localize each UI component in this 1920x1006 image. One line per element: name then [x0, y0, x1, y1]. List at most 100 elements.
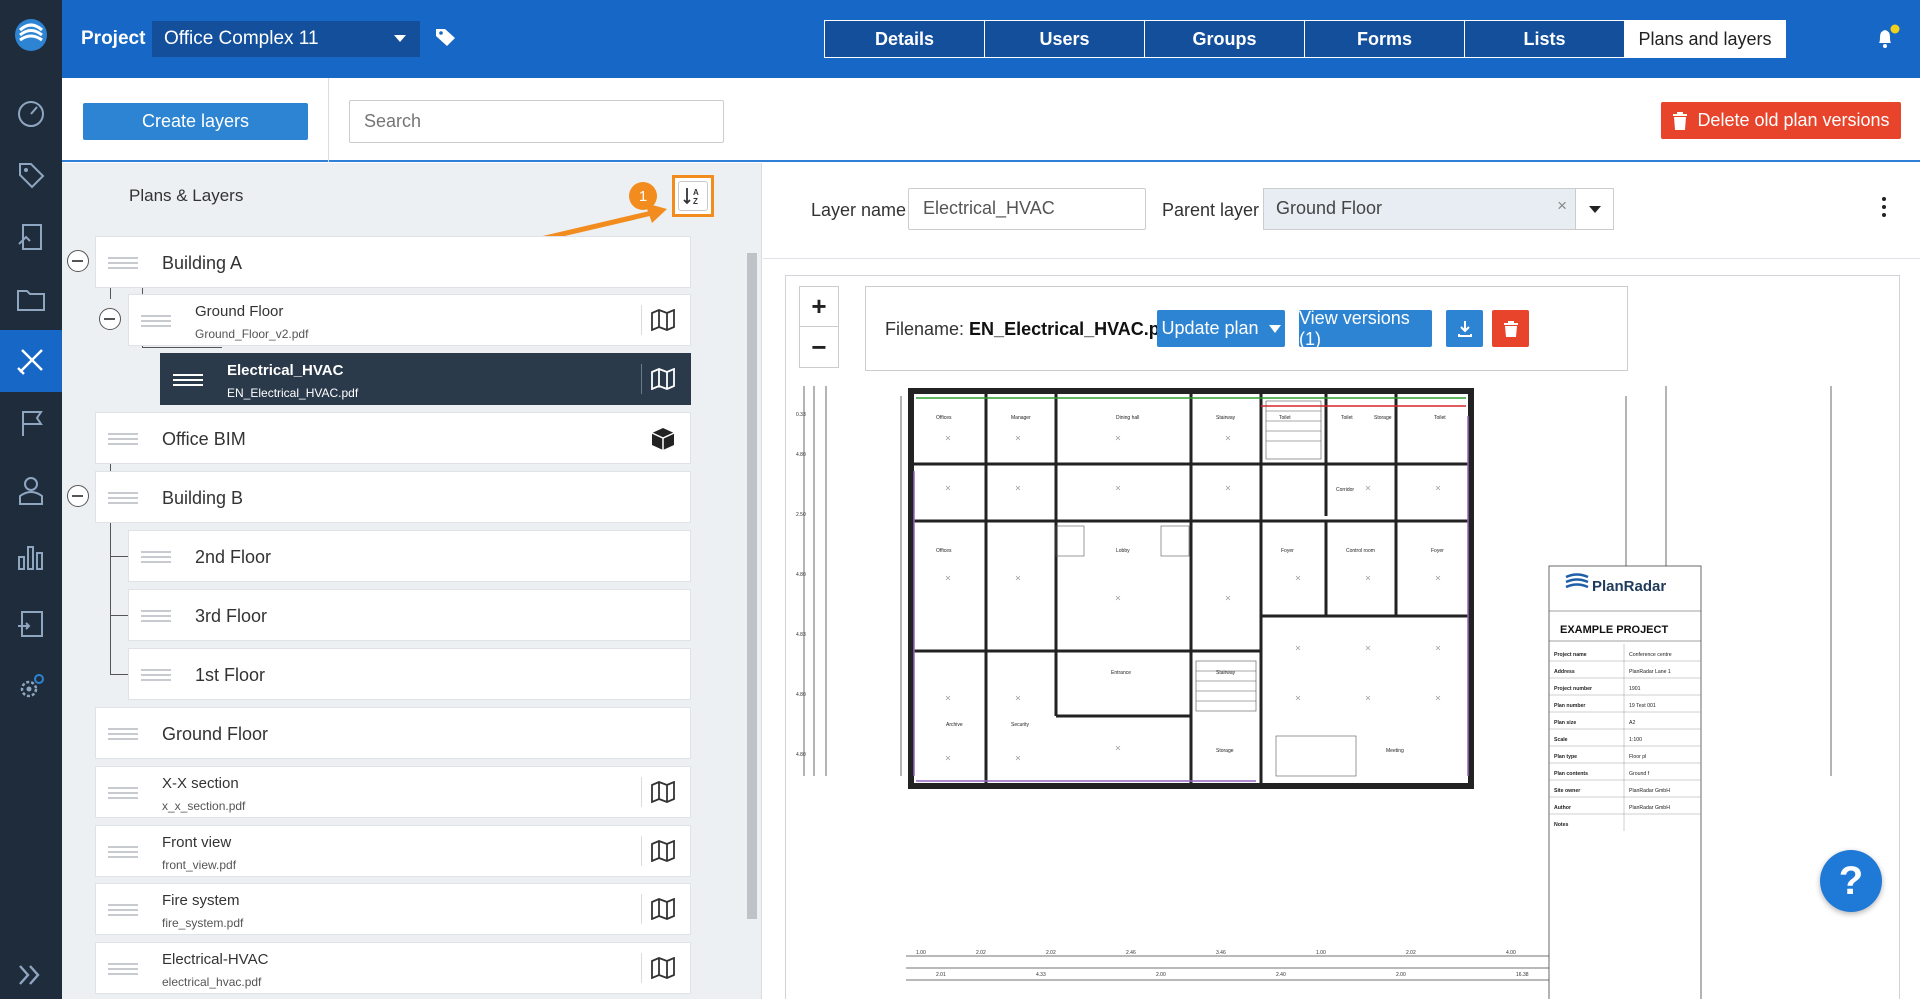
tree-item-3rd-floor[interactable]: 3rd Floor	[128, 589, 691, 641]
tree-item-1st-floor[interactable]: 1st Floor	[128, 648, 691, 700]
scrollbar-thumb[interactable]	[747, 253, 757, 919]
tree-item-office-bim[interactable]: Office BIM	[95, 412, 691, 464]
svg-text:16.38: 16.38	[1516, 972, 1529, 978]
chevron-down-icon	[394, 35, 406, 42]
collapse-toggle-icon[interactable]	[67, 250, 89, 272]
separator	[641, 894, 642, 924]
clipboard-icon[interactable]	[0, 592, 62, 654]
svg-text:Floor pl: Floor pl	[1629, 754, 1646, 760]
svg-text:Plan size: Plan size	[1554, 720, 1576, 726]
delete-plan-button[interactable]	[1492, 310, 1529, 347]
room-label: Toilet	[1341, 415, 1353, 421]
room-label: Meeting	[1386, 748, 1404, 754]
tree-item-electrical-hvac-selected[interactable]: Electrical_HVAC EN_Electrical_HVAC.pdf	[160, 353, 691, 405]
parent-layer-select[interactable]: Ground Floor ×	[1263, 188, 1614, 230]
drag-handle-icon[interactable]	[173, 374, 203, 388]
tree-item-label: 2nd Floor	[195, 547, 272, 567]
download-button[interactable]	[1446, 310, 1483, 347]
drag-handle-icon[interactable]	[141, 551, 171, 565]
map-icon[interactable]	[650, 367, 676, 395]
chevron-down-icon[interactable]	[1575, 189, 1613, 229]
drag-handle-icon[interactable]	[108, 904, 138, 918]
svg-text:Plan contents: Plan contents	[1554, 771, 1588, 777]
tab-users[interactable]: Users	[985, 21, 1145, 57]
tree-scrollbar[interactable]	[745, 253, 757, 993]
tree-item-electrical-hvac[interactable]: Electrical-HVAC electrical_hvac.pdf	[95, 942, 691, 994]
help-button[interactable]: ?	[1820, 850, 1882, 912]
map-icon[interactable]	[650, 839, 676, 867]
flag-icon[interactable]	[0, 392, 62, 454]
user-icon[interactable]	[0, 460, 62, 522]
drag-handle-icon[interactable]	[108, 846, 138, 860]
bim-cube-icon[interactable]	[650, 427, 676, 456]
map-icon[interactable]	[650, 780, 676, 808]
drag-handle-icon[interactable]	[141, 669, 171, 683]
tab-plans-and-layers[interactable]: Plans and layers	[1625, 21, 1785, 57]
plans-icon[interactable]	[0, 330, 62, 392]
map-icon[interactable]	[650, 897, 676, 925]
zoom-in-button[interactable]: +	[800, 287, 838, 327]
search-input[interactable]	[349, 100, 724, 143]
tab-groups[interactable]: Groups	[1145, 21, 1305, 57]
tree-item-ground-floor-plan[interactable]: Ground Floor Ground_Floor_v2.pdf	[128, 294, 691, 346]
tree-item-ground-floor[interactable]: Ground Floor	[95, 707, 691, 759]
tab-lists[interactable]: Lists	[1465, 21, 1625, 57]
drag-handle-icon[interactable]	[108, 787, 138, 801]
svg-text:A2: A2	[1629, 720, 1635, 726]
tree-item-building-a[interactable]: Building A	[95, 236, 691, 288]
drag-handle-icon[interactable]	[108, 492, 138, 506]
view-versions-button[interactable]: View versions (1)	[1299, 308, 1432, 349]
tab-forms[interactable]: Forms	[1305, 21, 1465, 57]
dashboard-icon[interactable]	[0, 82, 62, 144]
tree-item-front-view[interactable]: Front view front_view.pdf	[95, 825, 691, 877]
create-layers-button[interactable]: Create layers	[83, 103, 308, 140]
filename-value: EN_Electrical_HVAC.pdf	[969, 319, 1177, 339]
layer-name-input[interactable]: Electrical_HVAC	[908, 188, 1146, 230]
room-label: Dining hall	[1116, 415, 1139, 421]
drag-handle-icon[interactable]	[141, 610, 171, 624]
separator	[641, 305, 642, 335]
action-toolbar: Create layers Delete old plan versions	[62, 78, 1920, 162]
sort-button[interactable]: AZ	[672, 175, 714, 217]
svg-text:Notes: Notes	[1554, 822, 1569, 828]
zoom-out-button[interactable]: −	[800, 327, 838, 367]
tree-item-filename: front_view.pdf	[162, 858, 237, 872]
bell-icon[interactable]	[1872, 24, 1902, 57]
expand-rail-icon[interactable]	[0, 944, 62, 1006]
map-icon[interactable]	[650, 956, 676, 984]
map-icon[interactable]	[650, 308, 676, 336]
tree-item-x-x-section[interactable]: X-X section x_x_section.pdf	[95, 766, 691, 818]
plan-viewer[interactable]: + − Filename: EN_Electrical_HVAC.pdf Upd…	[785, 275, 1900, 999]
drag-handle-icon[interactable]	[108, 963, 138, 977]
svg-text:Conference centre: Conference centre	[1629, 652, 1672, 658]
statistics-icon[interactable]	[0, 526, 62, 588]
collapse-toggle-icon[interactable]	[99, 308, 121, 330]
collapse-toggle-icon[interactable]	[67, 485, 89, 507]
svg-text:4.80: 4.80	[796, 572, 806, 578]
more-options-icon[interactable]	[1882, 197, 1888, 221]
tree-item-fire-system[interactable]: Fire system fire_system.pdf	[95, 883, 691, 935]
planradar-logo-text: PlanRadar	[1592, 578, 1666, 595]
update-plan-button[interactable]: Update plan	[1157, 310, 1285, 347]
tab-details[interactable]: Details	[825, 21, 985, 57]
tag-icon[interactable]	[434, 26, 458, 53]
room-label: Lobby	[1116, 548, 1130, 554]
tickets-icon[interactable]	[0, 144, 62, 206]
settings-icon[interactable]	[0, 656, 62, 718]
clear-icon[interactable]: ×	[1557, 196, 1567, 216]
separator	[641, 364, 642, 394]
documents-icon[interactable]	[0, 268, 62, 330]
tree-item-2nd-floor[interactable]: 2nd Floor	[128, 530, 691, 582]
drag-handle-icon[interactable]	[141, 315, 171, 329]
tree-item-building-b[interactable]: Building B	[95, 471, 691, 523]
drag-handle-icon[interactable]	[108, 728, 138, 742]
delete-old-plan-versions-button[interactable]: Delete old plan versions	[1661, 102, 1901, 139]
project-select[interactable]: Office Complex 11	[152, 21, 420, 57]
svg-text:1.00: 1.00	[1316, 950, 1326, 956]
app-logo-icon[interactable]	[0, 4, 62, 66]
svg-text:2.50: 2.50	[796, 512, 806, 518]
drag-handle-icon[interactable]	[108, 257, 138, 271]
filename-label: Filename:	[885, 319, 965, 339]
drag-handle-icon[interactable]	[108, 433, 138, 447]
reports-icon[interactable]	[0, 206, 62, 268]
